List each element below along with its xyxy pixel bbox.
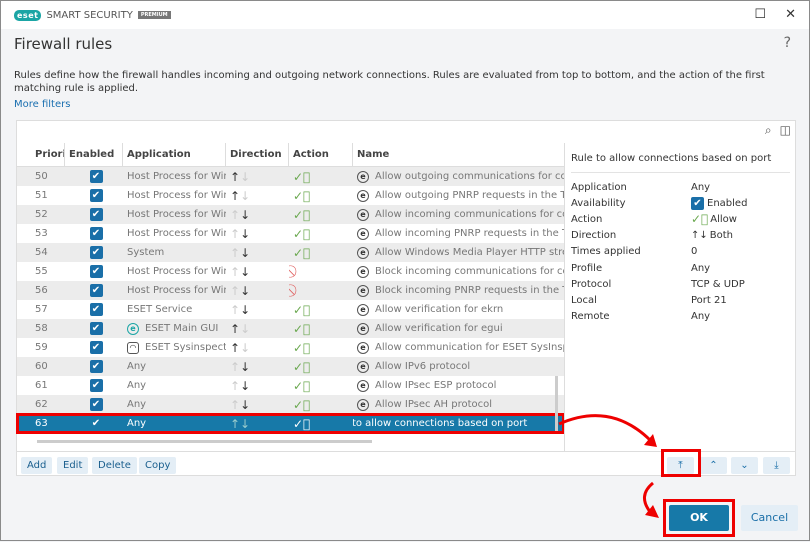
annotation-arrows — [558, 414, 659, 518]
firewall-rules-window: eset SMART SECURITY PREMIUM ☐ ✕ Firewall… — [0, 0, 810, 541]
